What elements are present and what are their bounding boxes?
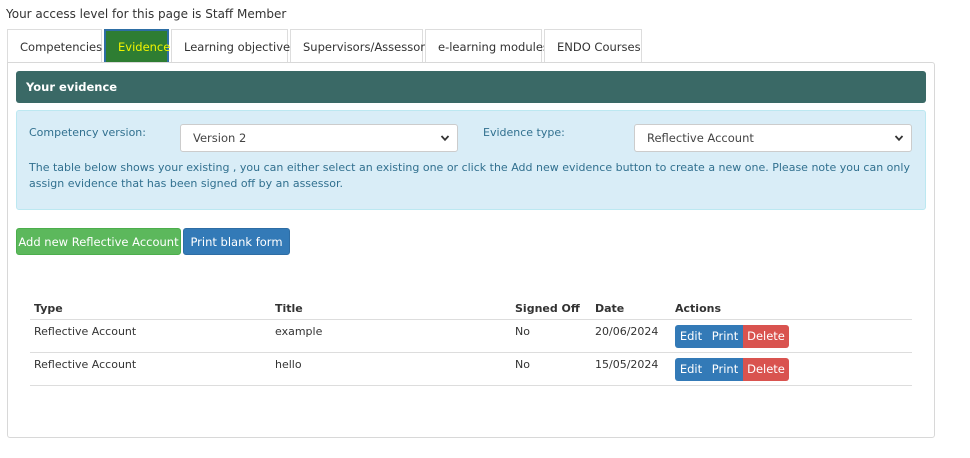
tab-evidence[interactable]: Evidence	[104, 29, 171, 63]
tab-e-learning-modules[interactable]: e-learning modules	[425, 29, 549, 63]
tab-bar: Competencies Evidence Learning objective…	[7, 29, 644, 63]
tab-label: Competencies	[20, 39, 103, 54]
filter-info-box: Competency version: Version 2 Evidence t…	[16, 110, 926, 210]
delete-button[interactable]: Delete	[743, 324, 789, 348]
evidence-panel: Your evidence Competency version: Versio…	[7, 62, 935, 438]
column-header-title: Title	[271, 298, 511, 320]
tab-competencies[interactable]: Competencies	[7, 29, 102, 63]
tab-supervisors-assessors[interactable]: Supervisors/Assessors	[290, 29, 431, 63]
competency-version-select[interactable]: Version 2	[180, 124, 458, 152]
tab-label: Evidence	[118, 40, 171, 54]
column-header-signed-off: Signed Off	[511, 298, 591, 320]
evidence-type-value: Reflective Account	[647, 131, 754, 145]
competency-version-value: Version 2	[193, 131, 247, 145]
edit-button[interactable]: Edit	[675, 357, 707, 381]
cell-type: Reflective Account	[30, 352, 271, 386]
print-blank-form-button[interactable]: Print blank form	[183, 228, 290, 255]
access-level-text: Your access level for this page is Staff…	[6, 7, 287, 21]
cell-title: example	[271, 319, 511, 353]
tab-endo-courses[interactable]: ENDO Courses	[544, 29, 642, 63]
panel-heading: Your evidence	[16, 71, 926, 103]
cell-title: hello	[271, 352, 511, 386]
evidence-table: Type Title Signed Off Date Actions Refle…	[30, 298, 912, 386]
tab-learning-objectives[interactable]: Learning objectives	[171, 29, 296, 63]
cell-signed-off: No	[511, 319, 591, 353]
tab-label: e-learning modules	[438, 39, 549, 54]
cell-date: 15/05/2024	[591, 352, 671, 386]
row-actions: Edit Print Delete	[675, 324, 912, 348]
add-new-evidence-button[interactable]: Add new Reflective Account	[16, 228, 181, 255]
table-header-row: Type Title Signed Off Date Actions	[30, 298, 912, 320]
edit-button[interactable]: Edit	[675, 324, 707, 348]
chevron-down-icon	[440, 135, 450, 142]
cell-signed-off: No	[511, 352, 591, 386]
print-button[interactable]: Print	[707, 357, 743, 381]
delete-button[interactable]: Delete	[743, 357, 789, 381]
print-button[interactable]: Print	[707, 324, 743, 348]
row-actions: Edit Print Delete	[675, 357, 912, 381]
tab-label: Supervisors/Assessors	[303, 39, 431, 54]
info-text: The table below shows your existing , yo…	[29, 161, 910, 190]
table-row: Reflective Account hello No 15/05/2024 E…	[30, 352, 912, 386]
tab-label: Learning objectives	[184, 39, 297, 54]
competency-version-label: Competency version:	[29, 126, 146, 139]
cell-actions: Edit Print Delete	[671, 352, 912, 386]
column-header-actions: Actions	[671, 298, 912, 320]
column-header-type: Type	[30, 298, 271, 320]
cell-actions: Edit Print Delete	[671, 319, 912, 353]
tab-label: ENDO Courses	[557, 39, 641, 54]
evidence-type-select[interactable]: Reflective Account	[634, 124, 912, 152]
table-row: Reflective Account example No 20/06/2024…	[30, 319, 912, 353]
cell-date: 20/06/2024	[591, 319, 671, 353]
evidence-type-label: Evidence type:	[483, 126, 565, 139]
column-header-date: Date	[591, 298, 671, 320]
chevron-down-icon	[894, 135, 904, 142]
cell-type: Reflective Account	[30, 319, 271, 353]
